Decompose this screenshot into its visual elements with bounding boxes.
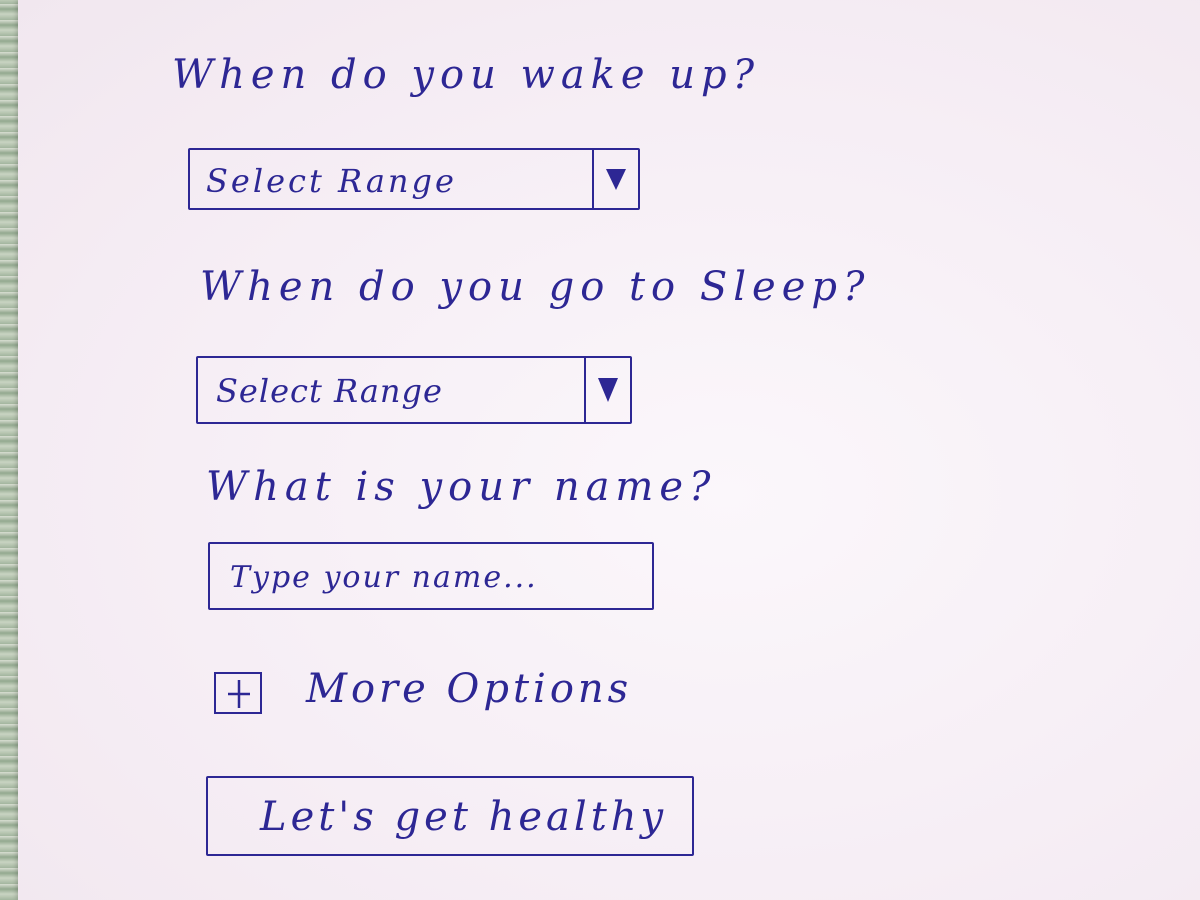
name-question-label: What is your name? [206,464,717,510]
wake-up-question-label: When do you wake up? [172,52,761,98]
wake-up-select-value: Select Range [206,162,457,200]
triangle-down-icon [606,169,626,190]
more-options-label[interactable]: More Options [306,666,632,712]
wake-up-select-toggle[interactable] [592,150,638,208]
sleep-question-label: When do you go to Sleep? [200,264,871,310]
triangle-down-icon [598,378,618,402]
sleep-select-value: Select Range [216,372,443,410]
lets-get-healthy-button[interactable]: Let's get healthy [206,776,694,856]
sleep-select[interactable]: Select Range [196,356,632,424]
name-input-placeholder: Type your name... [230,560,538,595]
more-options-toggle[interactable] [214,672,262,714]
paper-sheet [18,0,1200,900]
sleep-select-toggle[interactable] [584,358,630,422]
plus-icon [228,680,250,708]
name-input[interactable]: Type your name... [208,542,654,610]
lets-get-healthy-label: Let's get healthy [260,794,668,840]
wake-up-select[interactable]: Select Range [188,148,640,210]
